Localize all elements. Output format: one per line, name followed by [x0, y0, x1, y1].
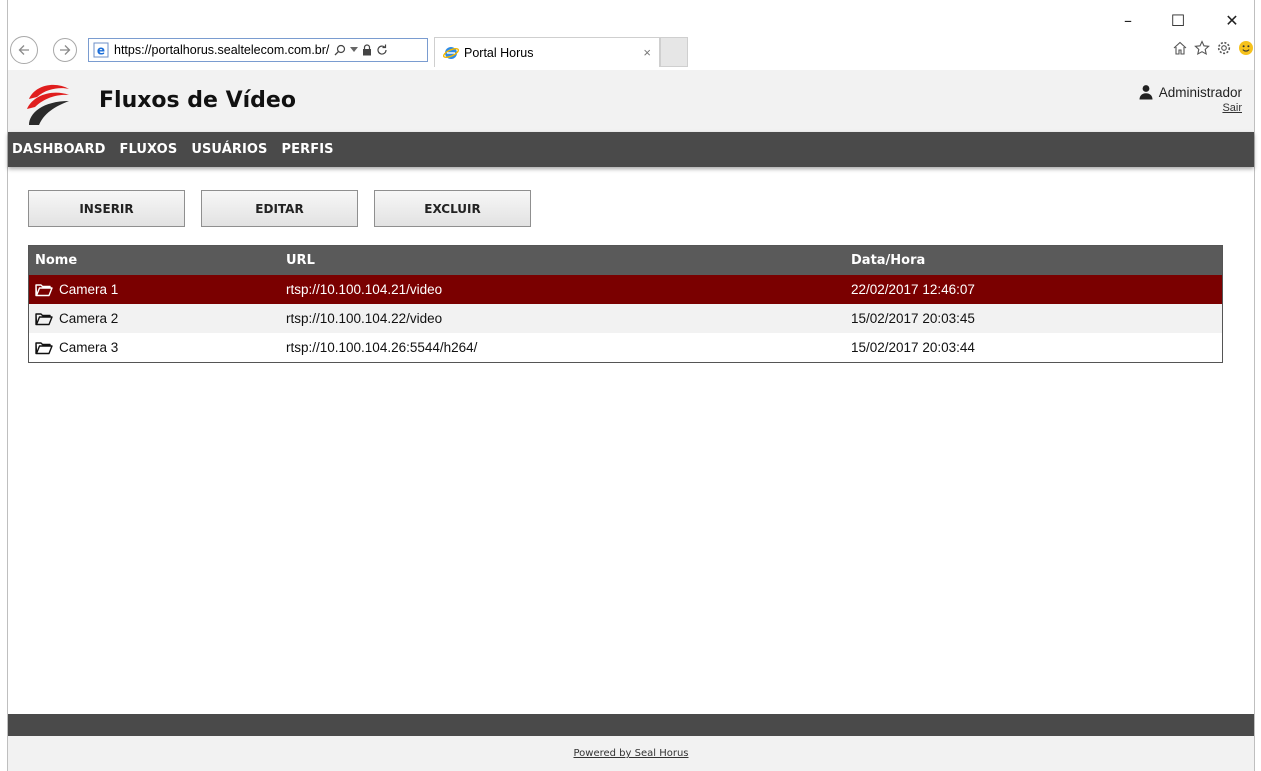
- folder-open-icon: [35, 283, 53, 296]
- menu-item-dashboard[interactable]: DASHBOARD: [12, 142, 105, 157]
- main-menu: DASHBOARD FLUXOS USUÁRIOS PERFIS: [8, 132, 1254, 167]
- row-url: rtsp://10.100.104.21/video: [286, 282, 443, 297]
- home-icon[interactable]: [1172, 40, 1188, 56]
- feedback-smiley-icon[interactable]: [1238, 40, 1254, 56]
- url-text[interactable]: https://portalhorus.sealtelecom.com.br/: [114, 43, 329, 57]
- footer: Powered by Seal Horus: [8, 736, 1254, 771]
- ie-page-icon: e: [93, 42, 109, 58]
- refresh-icon[interactable]: [376, 44, 388, 56]
- new-tab-button[interactable]: [660, 37, 688, 67]
- seal-logo-icon: [27, 84, 69, 125]
- user-name-label: Administrador: [1158, 84, 1242, 100]
- ie-logo-icon: [443, 46, 459, 59]
- favorites-star-icon[interactable]: [1194, 40, 1210, 56]
- row-datetime: 22/02/2017 12:46:07: [851, 282, 975, 297]
- tab-title: Portal Horus: [464, 45, 534, 60]
- user-icon: [1139, 85, 1153, 100]
- menu-item-perfis[interactable]: PERFIS: [282, 142, 334, 157]
- minimize-button[interactable]: –: [1118, 11, 1138, 30]
- app-header: Fluxos de Vídeo Administrador Sair: [8, 70, 1254, 132]
- settings-gear-icon[interactable]: [1216, 40, 1232, 56]
- browser-chrome: e https://portalhorus.sealtelecom.com.br…: [0, 0, 1261, 70]
- dropdown-icon[interactable]: [350, 47, 359, 53]
- user-name: Administrador: [1138, 84, 1242, 100]
- forward-button[interactable]: [53, 38, 77, 62]
- row-name: Camera 3: [59, 340, 119, 355]
- page-title: Fluxos de Vídeo: [99, 88, 296, 113]
- row-datetime: 15/02/2017 20:03:45: [851, 311, 975, 326]
- menu-item-usuarios[interactable]: USUÁRIOS: [191, 142, 267, 157]
- arrow-right-icon: [60, 45, 71, 55]
- user-box: Administrador Sair: [1138, 84, 1242, 114]
- footer-bar: [8, 714, 1254, 736]
- insert-button[interactable]: INSERIR: [28, 190, 185, 227]
- svg-text:e: e: [97, 44, 105, 58]
- column-header-name[interactable]: Nome: [29, 253, 280, 268]
- row-name: Camera 2: [59, 311, 119, 326]
- table-header: Nome URL Data/Hora: [29, 246, 1222, 275]
- table-row[interactable]: Camera 1 rtsp://10.100.104.21/video 22/0…: [29, 275, 1222, 304]
- table-row[interactable]: Camera 2 rtsp://10.100.104.22/video 15/0…: [29, 304, 1222, 333]
- menu-item-fluxos[interactable]: FLUXOS: [119, 142, 177, 157]
- edit-button[interactable]: EDITAR: [201, 190, 358, 227]
- row-name: Camera 1: [59, 282, 119, 297]
- lock-icon[interactable]: [362, 44, 372, 56]
- back-button[interactable]: [10, 36, 38, 64]
- row-datetime: 15/02/2017 20:03:44: [851, 340, 975, 355]
- logout-link[interactable]: Sair: [1138, 102, 1242, 114]
- column-header-datetime[interactable]: Data/Hora: [845, 253, 1222, 268]
- tab-portal-horus[interactable]: Portal Horus ×: [434, 37, 660, 67]
- folder-open-icon: [35, 312, 53, 325]
- row-url: rtsp://10.100.104.22/video: [286, 311, 443, 326]
- column-header-url[interactable]: URL: [280, 253, 845, 268]
- close-window-button[interactable]: ✕: [1222, 11, 1242, 30]
- close-tab-icon[interactable]: ×: [643, 45, 651, 60]
- search-icon[interactable]: [334, 44, 346, 56]
- streams-table: Nome URL Data/Hora Camera 1 rtsp://10.10…: [28, 245, 1223, 363]
- maximize-button[interactable]: ☐: [1168, 11, 1188, 30]
- row-url: rtsp://10.100.104.26:5544/h264/: [286, 340, 478, 355]
- arrow-left-icon: [18, 45, 29, 55]
- delete-button[interactable]: EXCLUIR: [374, 190, 531, 227]
- table-row[interactable]: Camera 3 rtsp://10.100.104.26:5544/h264/…: [29, 333, 1222, 362]
- powered-by-link[interactable]: Powered by Seal Horus: [573, 748, 688, 759]
- address-bar[interactable]: e https://portalhorus.sealtelecom.com.br…: [88, 38, 428, 62]
- folder-open-icon: [35, 341, 53, 354]
